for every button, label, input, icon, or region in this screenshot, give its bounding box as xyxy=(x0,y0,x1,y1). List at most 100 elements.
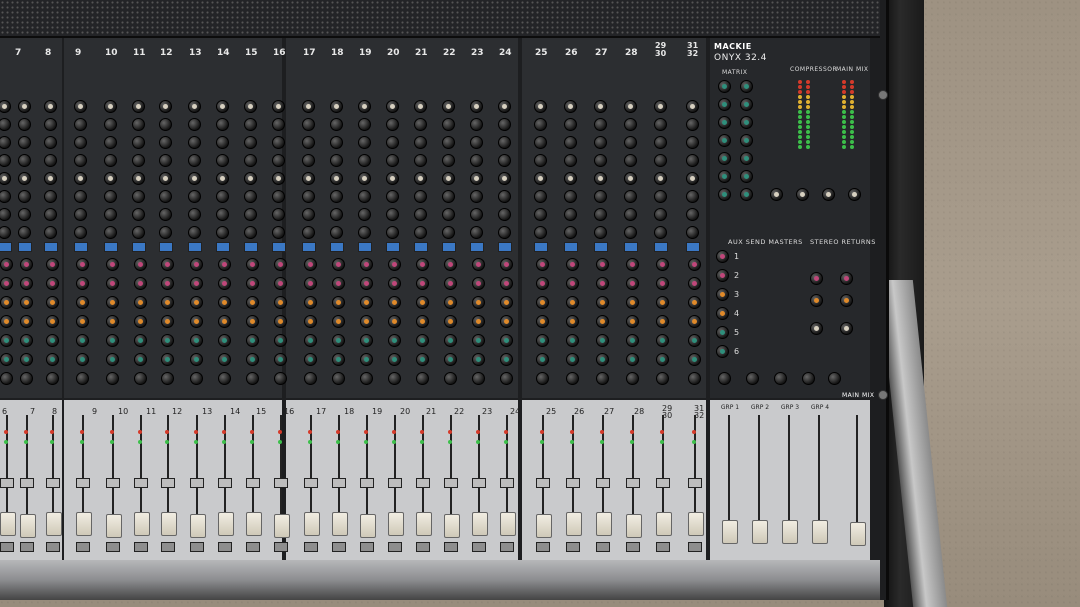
knob[interactable] xyxy=(330,100,343,113)
knob[interactable] xyxy=(386,154,399,167)
knob[interactable] xyxy=(654,172,667,185)
knob[interactable] xyxy=(132,226,145,239)
aux-knob[interactable] xyxy=(246,353,259,366)
pan-knob[interactable] xyxy=(688,372,701,385)
assign-button[interactable] xyxy=(44,242,58,252)
knob[interactable] xyxy=(188,154,201,167)
aux-knob[interactable] xyxy=(46,334,59,347)
aux-knob[interactable] xyxy=(444,258,457,271)
knob[interactable] xyxy=(302,190,315,203)
channel-fader[interactable] xyxy=(500,512,516,536)
aux-knob[interactable] xyxy=(304,353,317,366)
knob[interactable] xyxy=(442,226,455,239)
knob[interactable] xyxy=(414,208,427,221)
aux-knob[interactable] xyxy=(416,334,429,347)
knob[interactable] xyxy=(159,226,172,239)
pan-knob[interactable] xyxy=(656,372,669,385)
aux-knob[interactable] xyxy=(500,334,513,347)
channel-fader[interactable] xyxy=(274,514,290,538)
aux-knob[interactable] xyxy=(596,353,609,366)
knob[interactable] xyxy=(534,154,547,167)
aux-knob[interactable] xyxy=(416,315,429,328)
knob[interactable] xyxy=(216,136,229,149)
matrix-knob[interactable] xyxy=(740,134,753,147)
knob[interactable] xyxy=(244,172,257,185)
knob[interactable] xyxy=(414,172,427,185)
aux-knob[interactable] xyxy=(626,334,639,347)
knob[interactable] xyxy=(498,118,511,131)
compressor-knob[interactable] xyxy=(770,188,783,201)
knob[interactable] xyxy=(104,190,117,203)
aux-knob[interactable] xyxy=(536,334,549,347)
knob[interactable] xyxy=(470,172,483,185)
aux-knob[interactable] xyxy=(274,353,287,366)
knob[interactable] xyxy=(414,100,427,113)
solo-button[interactable] xyxy=(0,542,14,552)
aux-knob[interactable] xyxy=(566,258,579,271)
knob[interactable] xyxy=(272,154,285,167)
aux-knob[interactable] xyxy=(0,277,13,290)
knob[interactable] xyxy=(386,100,399,113)
matrix-knob[interactable] xyxy=(718,152,731,165)
knob[interactable] xyxy=(188,172,201,185)
knob[interactable] xyxy=(74,100,87,113)
aux-knob[interactable] xyxy=(688,315,701,328)
aux-knob[interactable] xyxy=(218,334,231,347)
knob[interactable] xyxy=(358,208,371,221)
aux-knob[interactable] xyxy=(656,353,669,366)
mute-button[interactable] xyxy=(596,478,610,488)
aux-knob[interactable] xyxy=(688,296,701,309)
stereo-return-knob[interactable] xyxy=(810,294,823,307)
stereo-return-knob[interactable] xyxy=(840,294,853,307)
aux-knob[interactable] xyxy=(388,296,401,309)
aux-knob[interactable] xyxy=(332,353,345,366)
aux-knob[interactable] xyxy=(332,296,345,309)
aux-knob[interactable] xyxy=(388,334,401,347)
aux-knob[interactable] xyxy=(20,353,33,366)
knob[interactable] xyxy=(302,208,315,221)
knob[interactable] xyxy=(624,172,637,185)
matrix-knob[interactable] xyxy=(718,116,731,129)
knob[interactable] xyxy=(414,226,427,239)
aux-knob[interactable] xyxy=(656,258,669,271)
group-fader[interactable] xyxy=(812,520,828,544)
aux-knob[interactable] xyxy=(656,296,669,309)
aux-knob[interactable] xyxy=(536,353,549,366)
knob[interactable] xyxy=(624,190,637,203)
knob[interactable] xyxy=(159,190,172,203)
assign-button[interactable] xyxy=(686,242,700,252)
aux-knob[interactable] xyxy=(218,258,231,271)
knob[interactable] xyxy=(216,154,229,167)
knob[interactable] xyxy=(330,136,343,149)
aux-knob[interactable] xyxy=(161,334,174,347)
mute-button[interactable] xyxy=(161,478,175,488)
knob[interactable] xyxy=(386,190,399,203)
aux-knob[interactable] xyxy=(76,353,89,366)
aux-knob[interactable] xyxy=(106,315,119,328)
knob[interactable] xyxy=(272,172,285,185)
knob[interactable] xyxy=(594,190,607,203)
pan-knob[interactable] xyxy=(161,372,174,385)
pan-knob[interactable] xyxy=(106,372,119,385)
aux-knob[interactable] xyxy=(596,334,609,347)
solo-button[interactable] xyxy=(218,542,232,552)
aux-knob[interactable] xyxy=(161,353,174,366)
knob[interactable] xyxy=(104,208,117,221)
solo-button[interactable] xyxy=(566,542,580,552)
pan-knob[interactable] xyxy=(20,372,33,385)
aux-knob[interactable] xyxy=(626,353,639,366)
knob[interactable] xyxy=(624,100,637,113)
master-pan-knob[interactable] xyxy=(718,372,731,385)
assign-button[interactable] xyxy=(244,242,258,252)
aux-master-knob[interactable] xyxy=(716,326,729,339)
knob[interactable] xyxy=(302,100,315,113)
knob[interactable] xyxy=(244,190,257,203)
aux-knob[interactable] xyxy=(246,258,259,271)
aux-knob[interactable] xyxy=(472,258,485,271)
aux-knob[interactable] xyxy=(134,334,147,347)
aux-knob[interactable] xyxy=(626,296,639,309)
knob[interactable] xyxy=(534,172,547,185)
knob[interactable] xyxy=(104,100,117,113)
pan-knob[interactable] xyxy=(416,372,429,385)
aux-knob[interactable] xyxy=(472,296,485,309)
